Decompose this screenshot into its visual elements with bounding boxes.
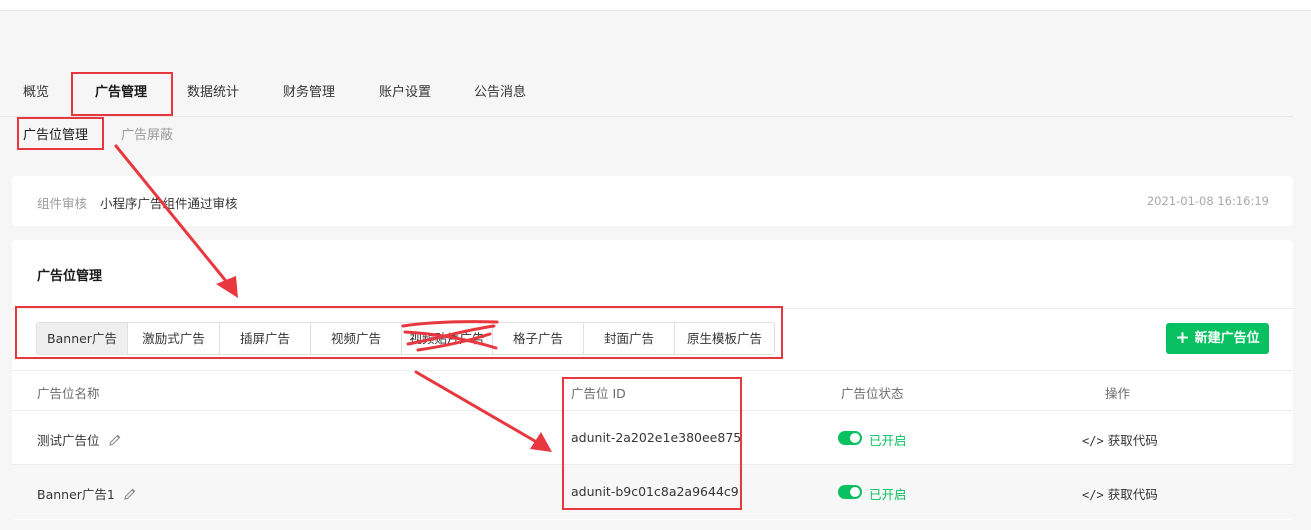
status-toggle[interactable] [838,431,862,445]
adunit-id: adunit-b9c01c8a2a9644c9 [571,484,739,499]
adunit-name-cell: 测试广告位 [37,430,122,449]
review-label: 组件审核 [37,196,88,211]
tab-ad-management[interactable]: 广告管理 [74,80,168,116]
status-toggle[interactable] [838,485,862,499]
code-icon: </> [1082,488,1104,502]
adunit-name-cell: Banner广告1 [37,484,137,503]
table-row: 测试广告位 adunit-2a202e1e380ee875 已开启 </> 获取代… [12,411,1293,465]
tab-ad-management-label: 广告管理 [94,85,147,100]
top-header-bar [0,0,1311,11]
ad-type-rewarded[interactable]: 激励式广告 [127,323,219,354]
review-timestamp: 2021-01-08 16:16:19 [1146,194,1269,208]
subtab-ad-blocking[interactable]: 广告屏蔽 [121,124,173,148]
column-header-id: 广告位 ID [571,386,626,401]
get-code-label: 获取代码 [1107,487,1158,502]
tab-finance[interactable]: 财务管理 [283,80,335,116]
column-header-status: 广告位状态 [841,386,904,401]
section-title: 广告位管理 [37,269,103,284]
edit-pencil-icon[interactable] [123,487,137,501]
ad-type-selector: Banner广告 激励式广告 插屏广告 视频广告 视频贴片广告 格子广告 封面广… [36,322,775,355]
subtab-adunit-management[interactable]: 广告位管理 [23,124,88,148]
column-header-actions: 操作 [1105,386,1131,401]
active-tab-indicator [82,114,160,116]
ad-type-cover[interactable]: 封面广告 [583,323,674,354]
ad-type-banner[interactable]: Banner广告 [37,323,127,354]
divider [12,308,1293,309]
review-status-text: 小程序广告组件通过审核 [100,196,238,211]
edit-pencil-icon[interactable] [108,433,122,447]
tab-overview[interactable]: 概览 [23,80,49,116]
get-code-link[interactable]: </> 获取代码 [1082,484,1158,503]
tab-announcements[interactable]: 公告消息 [474,80,526,116]
table-row: Banner广告1 adunit-b9c01c8a2a9644c9 已开启 </… [12,465,1293,519]
get-code-label: 获取代码 [1107,433,1158,448]
status-text: 已开启 [869,487,907,502]
main-nav: 概览 广告管理 数据统计 财务管理 账户设置 公告消息 [0,80,1293,117]
ad-type-native-template[interactable]: 原生模板广告 [674,323,774,354]
tab-statistics[interactable]: 数据统计 [187,80,239,116]
plus-icon: + [1175,328,1190,348]
adunit-id: adunit-2a202e1e380ee875 [571,430,742,445]
component-review-card: 组件审核 小程序广告组件通过审核 2021-01-08 16:16:19 [12,176,1293,226]
get-code-link[interactable]: </> 获取代码 [1082,430,1158,449]
adunit-management-card: 广告位管理 Banner广告 激励式广告 插屏广告 视频广告 视频贴片广告 格子… [12,240,1293,520]
status-text: 已开启 [869,433,907,448]
column-header-name: 广告位名称 [37,386,100,401]
new-adunit-button[interactable]: + 新建广告位 [1166,323,1269,354]
adunit-name: Banner广告1 [37,487,115,502]
ad-type-video-patch[interactable]: 视频贴片广告 [401,323,492,354]
ad-type-grid[interactable]: 格子广告 [492,323,583,354]
adunit-name: 测试广告位 [37,433,100,448]
new-adunit-label: 新建广告位 [1194,331,1260,346]
tab-account-settings[interactable]: 账户设置 [379,80,431,116]
ad-type-interstitial[interactable]: 插屏广告 [219,323,310,354]
code-icon: </> [1082,434,1104,448]
table-top-divider [12,370,1293,371]
ad-type-video[interactable]: 视频广告 [310,323,401,354]
